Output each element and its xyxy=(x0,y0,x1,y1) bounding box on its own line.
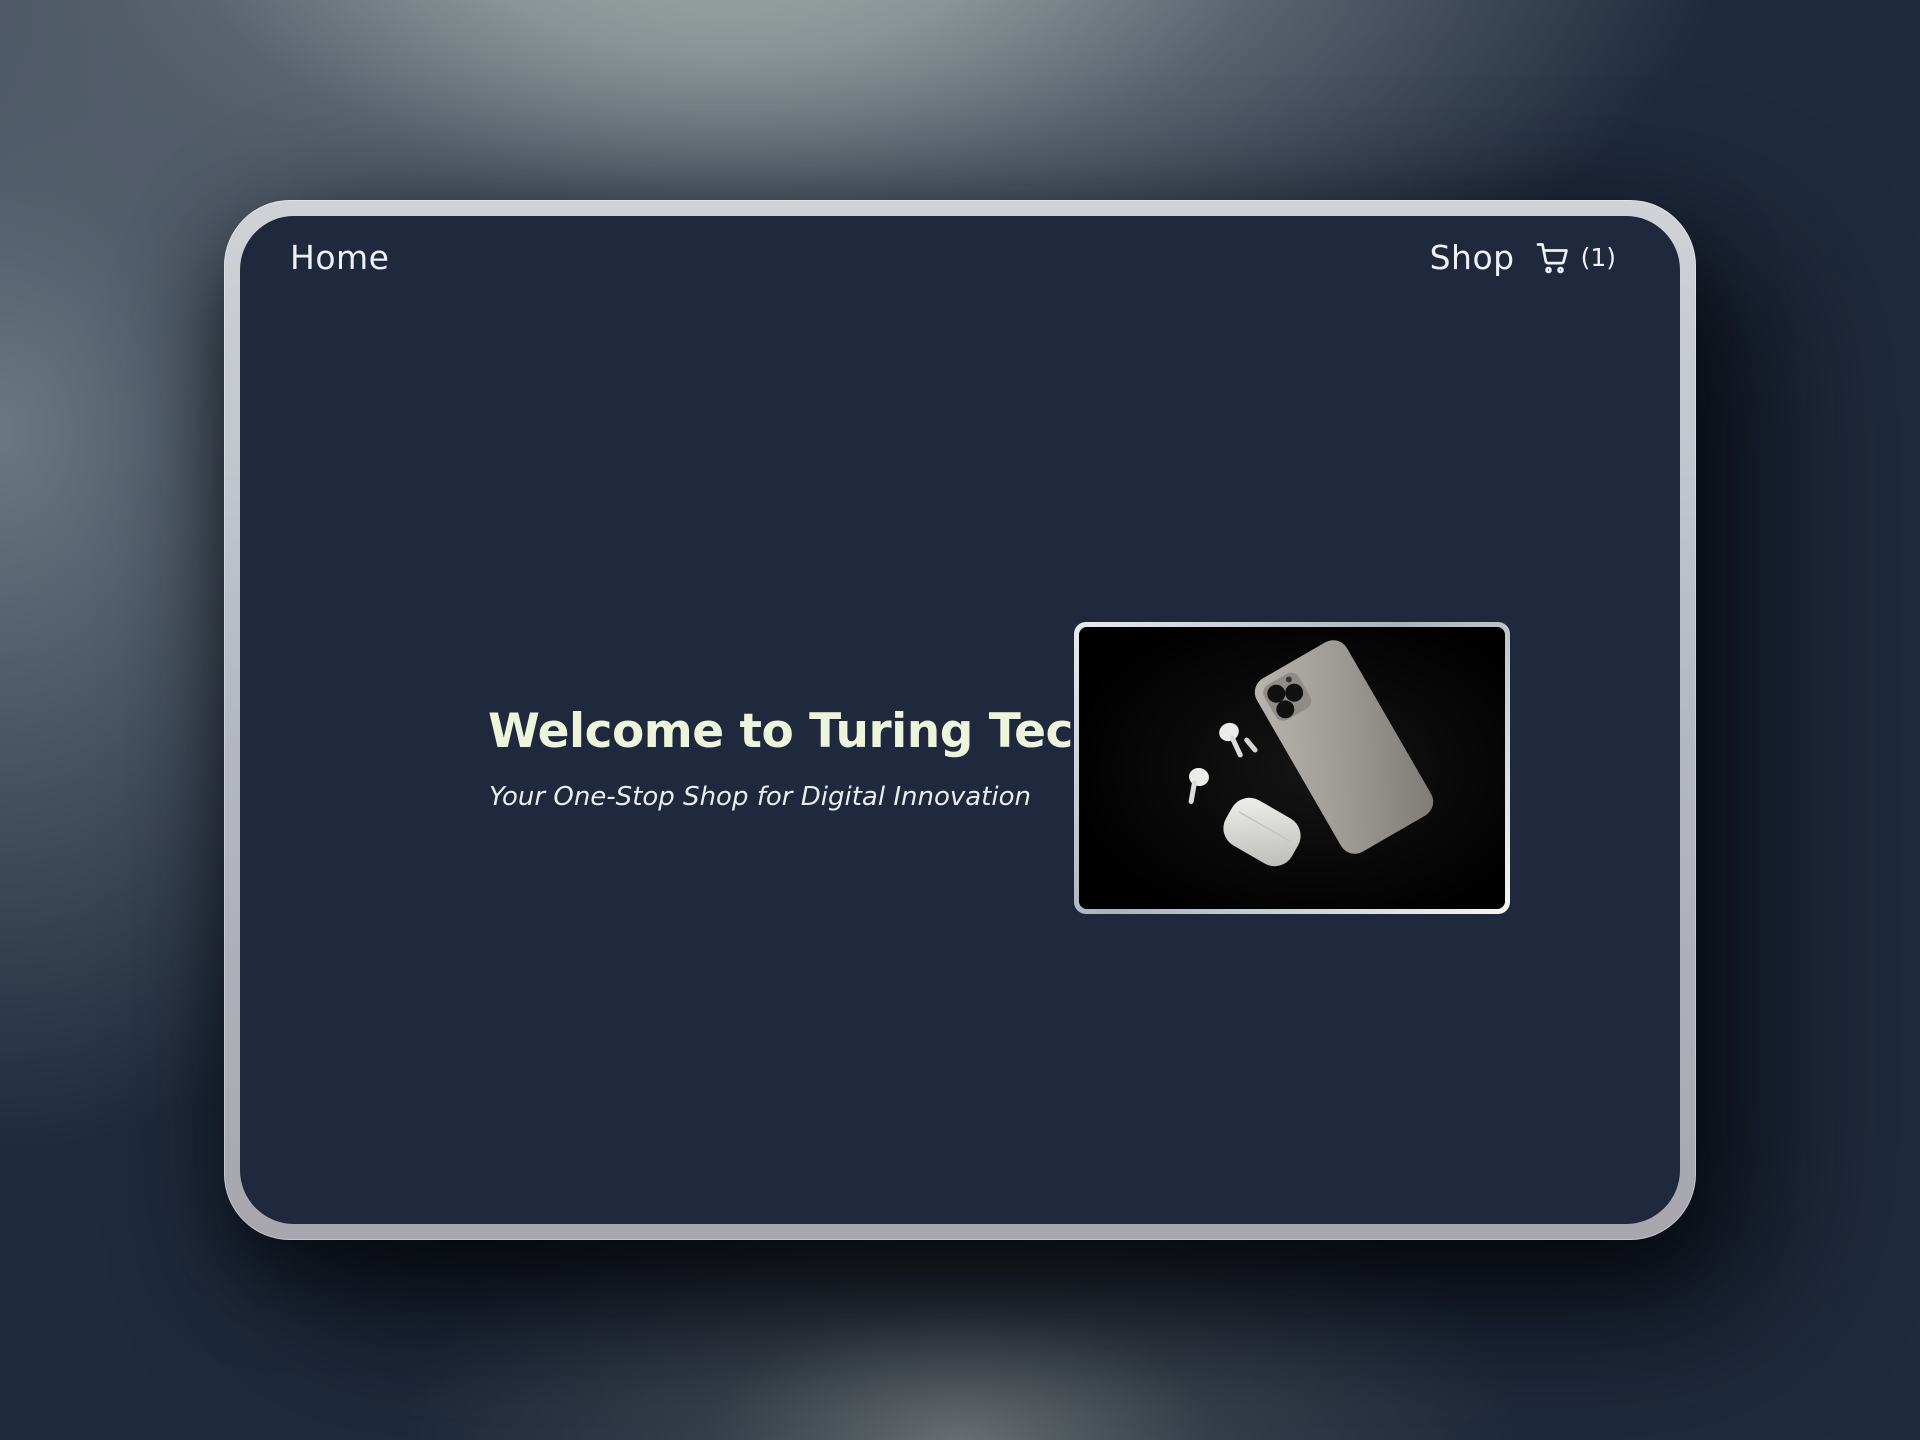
top-navigation: Home Shop (1) xyxy=(240,216,1680,306)
cart-button[interactable]: (1) xyxy=(1535,240,1616,276)
hero-image-frame xyxy=(1074,622,1510,914)
screen: Home Shop (1) Welcome to Turing Tech You… xyxy=(240,216,1680,1224)
hero-product-image xyxy=(1079,627,1505,909)
nav-home-link[interactable]: Home xyxy=(290,238,389,277)
cart-count-badge: (1) xyxy=(1580,243,1616,272)
nav-shop-link[interactable]: Shop xyxy=(1430,238,1515,277)
device-frame: Home Shop (1) Welcome to Turing Tech You… xyxy=(224,200,1696,1240)
shopping-cart-icon xyxy=(1536,242,1568,273)
nav-right-group: Shop (1) xyxy=(1430,238,1616,277)
hero-title: Welcome to Turing Tech xyxy=(488,704,1106,759)
hero-subtitle: Your One-Stop Shop for Digital Innovatio… xyxy=(489,782,1031,812)
